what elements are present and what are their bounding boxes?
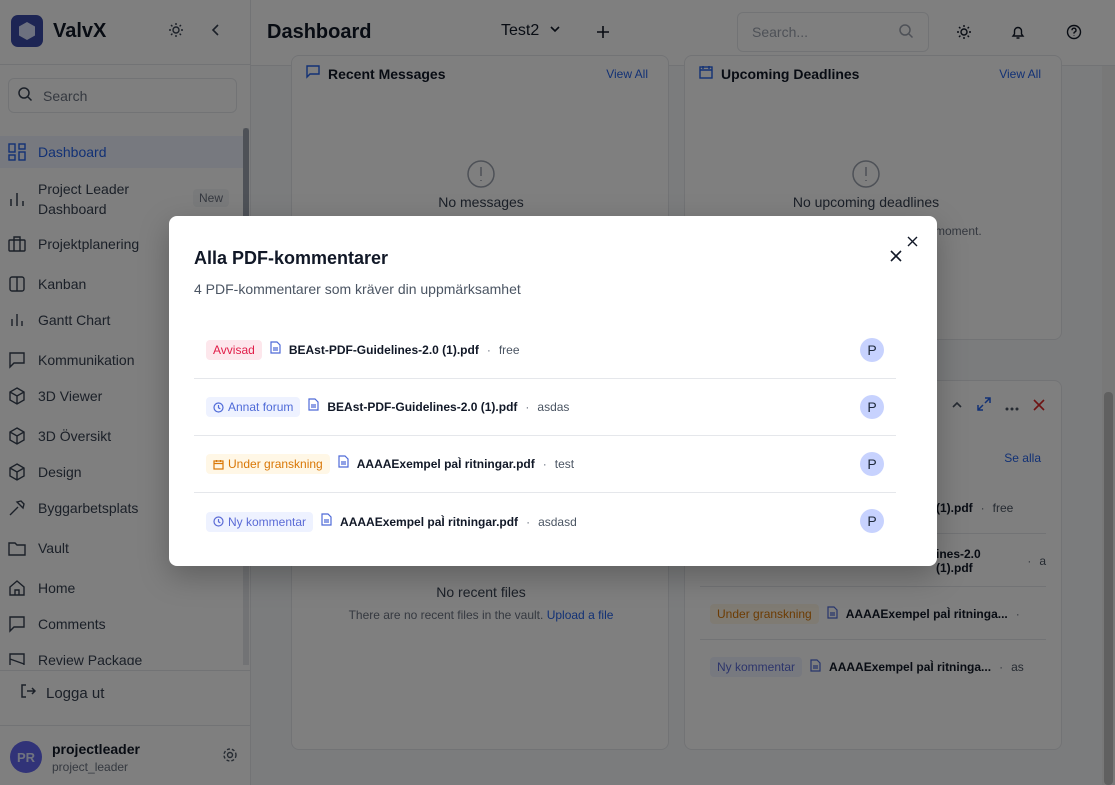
close-icon[interactable] bbox=[888, 248, 904, 264]
avatar: P bbox=[860, 338, 884, 362]
status-badge-label: Under granskning bbox=[228, 457, 323, 471]
file-icon bbox=[308, 398, 319, 416]
comment-file-name: AAAAExempel paÌ ritningar.pdf bbox=[356, 457, 535, 471]
comment-row[interactable]: Ny kommentar AAAAExempel paÌ ritningar.p… bbox=[194, 493, 896, 550]
avatar: P bbox=[860, 452, 884, 476]
separator-dot: · bbox=[526, 514, 531, 529]
comment-note: asdas bbox=[537, 400, 570, 414]
separator-dot: · bbox=[542, 457, 547, 471]
clock-icon bbox=[213, 516, 224, 527]
comment-note: asdasd bbox=[538, 514, 577, 529]
status-badge: Avvisad bbox=[206, 340, 262, 360]
modal-title: Alla PDF-kommentarer bbox=[194, 248, 389, 268]
separator-dot: · bbox=[486, 343, 491, 357]
clock-icon bbox=[213, 401, 224, 413]
file-icon bbox=[338, 455, 349, 473]
comment-note: free bbox=[498, 343, 520, 357]
status-badge-label: Ny kommentar bbox=[228, 514, 307, 529]
status-badge: Ny kommentar bbox=[206, 511, 314, 532]
close-icon[interactable] bbox=[904, 233, 920, 249]
comment-note: test bbox=[554, 457, 575, 471]
modal-subtitle: 4 PDF-kommentarer som kräver din uppmärk… bbox=[194, 281, 521, 297]
file-icon bbox=[270, 341, 281, 359]
avatar: P bbox=[860, 395, 884, 419]
status-badge: Under granskning bbox=[206, 454, 330, 474]
comment-file-name: BEAst-PDF-Guidelines-2.0 (1).pdf bbox=[327, 400, 518, 414]
status-badge: Annat forum bbox=[206, 397, 301, 417]
comment-file-name: AAAAExempel paÌ ritningar.pdf bbox=[340, 514, 519, 529]
calendar-icon bbox=[213, 459, 224, 470]
comment-row[interactable]: Annat forum BEAst-PDF-Guidelines-2.0 (1)… bbox=[194, 379, 896, 436]
comment-file-name: BEAst-PDF-Guidelines-2.0 (1).pdf bbox=[288, 343, 479, 357]
separator-dot: · bbox=[525, 400, 530, 414]
status-badge-label: Annat forum bbox=[228, 400, 294, 414]
comment-row[interactable]: Under granskning AAAAExempel paÌ ritning… bbox=[194, 436, 896, 493]
pdf-comments-modal: Alla PDF-kommentarer 4 PDF-kommentarer s… bbox=[169, 216, 937, 566]
file-icon bbox=[321, 512, 332, 531]
comment-row[interactable]: Avvisad BEAst-PDF-Guidelines-2.0 (1).pdf… bbox=[194, 322, 896, 379]
avatar: P bbox=[860, 509, 884, 533]
